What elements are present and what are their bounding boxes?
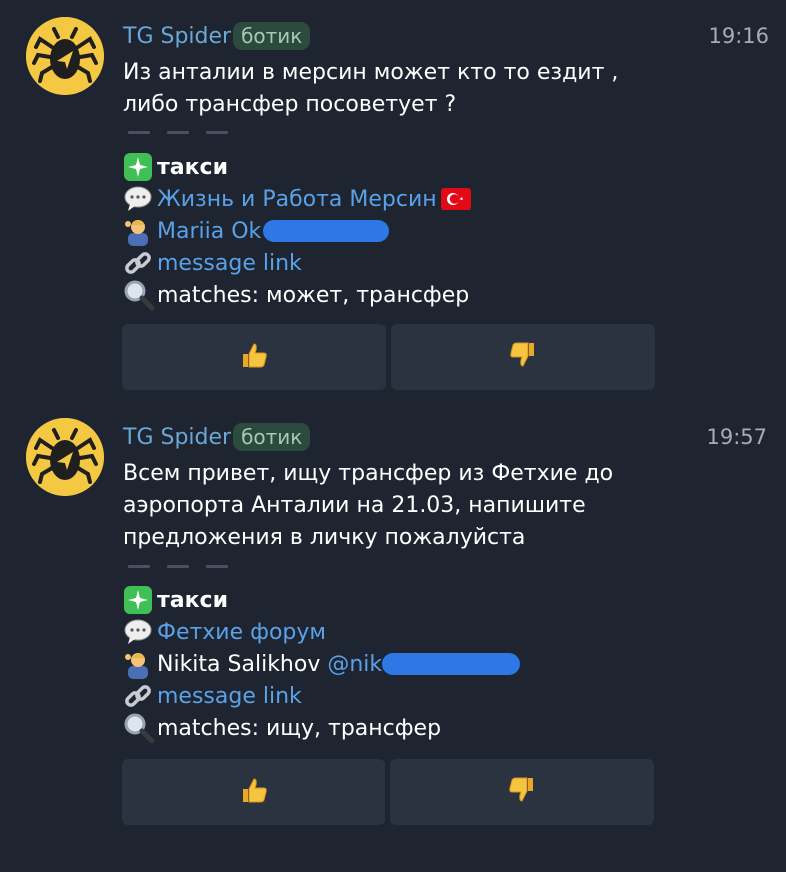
message-link[interactable]: message link <box>157 251 302 276</box>
thumbs-up-button[interactable] <box>122 324 386 390</box>
author-handle[interactable]: @nik <box>327 652 382 677</box>
author-row: Nikita Salikhov @nik <box>123 648 521 680</box>
thumbs-up-icon <box>239 340 269 374</box>
match-info: такси Жизнь и Работа Мерсин Mariia Ok me… <box>123 151 471 311</box>
separator <box>128 565 228 568</box>
redacted-handle <box>382 653 521 675</box>
spider-bot-avatar-icon <box>26 17 104 95</box>
spider-bot-avatar-icon <box>26 418 104 496</box>
chat-link[interactable]: Фетхие форум <box>157 620 326 645</box>
speech-bubble-icon <box>123 183 157 215</box>
turkey-flag-icon <box>440 188 471 210</box>
author-name[interactable]: Mariia Ok <box>157 219 261 244</box>
bot-badge: ботик <box>233 423 311 451</box>
link-row: message link <box>123 247 471 279</box>
bot-badge: ботик <box>233 22 311 50</box>
person-icon <box>123 648 157 680</box>
category-label: такси <box>157 587 228 613</box>
bot-avatar[interactable] <box>26 418 104 496</box>
bot-avatar[interactable] <box>26 17 104 95</box>
person-icon <box>123 215 157 247</box>
chain-link-icon <box>123 247 157 279</box>
message-text: Из анталии в мерсин может кто то ездит ,… <box>123 60 619 117</box>
chat-row: Фетхие форум <box>123 616 520 648</box>
category-label: такси <box>157 154 228 180</box>
magnifier-icon <box>123 279 157 311</box>
thumbs-up-icon <box>239 775 269 809</box>
separator <box>128 131 228 134</box>
thumbs-down-button[interactable] <box>391 324 655 390</box>
thumbs-down-icon <box>507 775 537 809</box>
thumbs-down-icon <box>508 340 538 374</box>
matches-text: matches: может, трансфер <box>157 282 470 308</box>
category-row: такси <box>123 151 471 183</box>
matches-row: matches: ищу, трансфер <box>123 712 520 744</box>
message-link[interactable]: message link <box>157 684 302 709</box>
matches-text: matches: ищу, трансфер <box>157 715 442 741</box>
message-header: TG Spider ботик <box>123 17 311 55</box>
redacted-handle <box>263 220 390 242</box>
author-name: Nikita Salikhov <box>157 651 328 677</box>
sender-name[interactable]: TG Spider <box>123 24 231 49</box>
chain-link-icon <box>123 680 157 712</box>
sparkle-check-icon <box>123 151 157 183</box>
chat-row: Жизнь и Работа Мерсин <box>123 183 471 215</box>
match-info: такси Фетхие форум Nikita Salikhov @nik … <box>123 584 521 744</box>
thumbs-up-button[interactable] <box>122 759 385 825</box>
author-row: Mariia Ok <box>123 215 471 247</box>
message-time: 19:16 <box>708 24 769 48</box>
thumbs-down-button[interactable] <box>390 759 654 825</box>
sparkle-check-icon <box>123 584 157 616</box>
matches-row: matches: может, трансфер <box>123 279 471 311</box>
sender-name[interactable]: TG Spider <box>123 425 231 450</box>
link-row: message link <box>123 680 520 712</box>
message-time: 19:57 <box>706 425 767 449</box>
speech-bubble-icon <box>123 616 157 648</box>
magnifier-icon <box>123 712 157 744</box>
message-header: TG Spider ботик <box>123 418 311 456</box>
message-text: Всем привет, ищу трансфер из Фетхие до а… <box>123 461 614 550</box>
category-row: такси <box>123 584 520 616</box>
chat-link[interactable]: Жизнь и Работа Мерсин <box>157 187 437 212</box>
